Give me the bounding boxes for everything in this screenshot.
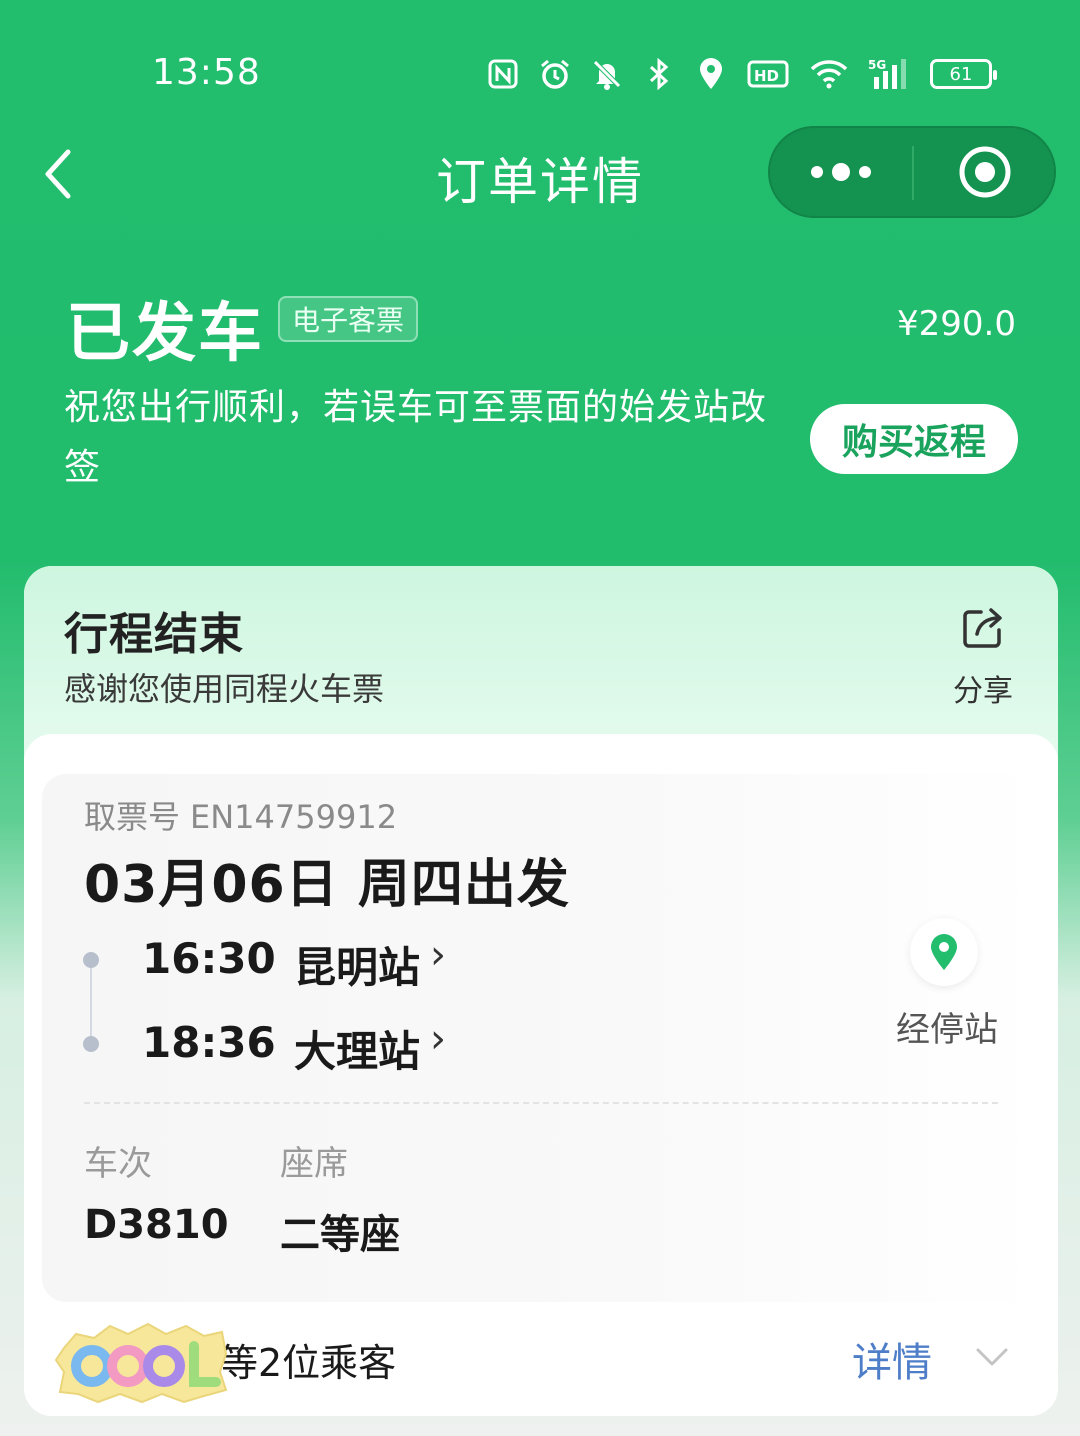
alarm-icon bbox=[538, 57, 572, 91]
target-circle-icon bbox=[959, 146, 1011, 198]
hd-icon: HD bbox=[746, 57, 790, 91]
departure-station[interactable]: 昆明站 bbox=[294, 934, 420, 995]
arrival-time: 18:36 bbox=[142, 1018, 276, 1067]
wish-message: 祝您出行顺利，若误车可至票面的始发站改签 bbox=[64, 387, 768, 488]
buy-return-button[interactable]: 购买返程 bbox=[810, 404, 1018, 474]
ticket-type-badge: 电子客票 bbox=[278, 296, 419, 342]
stops-button[interactable]: 经停站 bbox=[882, 914, 1012, 1054]
wifi-icon bbox=[808, 57, 850, 91]
train-label: 车次 bbox=[84, 1144, 152, 1184]
battery-indicator: 61 bbox=[930, 59, 997, 89]
arrival-station[interactable]: 大理站 bbox=[294, 1018, 420, 1079]
journey-body: 取票号 EN14759912 03月06日 周四出发 16:30 昆明站 › 18… bbox=[24, 734, 1058, 1416]
chevron-right-icon: › bbox=[430, 1016, 446, 1062]
dashed-divider bbox=[84, 1102, 998, 1104]
share-label: 分享 bbox=[953, 674, 1013, 709]
pickup-label: 取票号 bbox=[84, 798, 181, 836]
more-dots-icon bbox=[811, 163, 871, 181]
journey-title: 行程结束 bbox=[64, 609, 244, 660]
close-miniapp-button[interactable] bbox=[916, 128, 1054, 216]
capsule-divider bbox=[912, 146, 914, 200]
departure-dot bbox=[83, 952, 99, 968]
ticket-info: 取票号 EN14759912 03月06日 周四出发 16:30 昆明站 › 18… bbox=[42, 774, 1040, 1302]
miniapp-capsule bbox=[768, 126, 1056, 218]
bluetooth-icon bbox=[642, 57, 676, 91]
passenger-details-link[interactable]: 详情 bbox=[852, 1330, 932, 1388]
pickup-number: 取票号 EN14759912 bbox=[84, 792, 397, 838]
arrival-dot bbox=[83, 1036, 99, 1052]
nfc-icon bbox=[486, 57, 520, 91]
order-price: ¥290.0 bbox=[897, 304, 1016, 344]
battery-level: 61 bbox=[949, 63, 973, 85]
status-bar: 13:58 HD 5G 61 bbox=[0, 0, 1080, 130]
pin-icon bbox=[910, 918, 978, 986]
seat-label: 座席 bbox=[280, 1144, 348, 1184]
order-status: 已发车 bbox=[66, 297, 264, 371]
journey-subtitle: 感谢您使用同程火车票 bbox=[64, 670, 385, 708]
share-button[interactable]: 分享 bbox=[948, 604, 1018, 714]
status-time: 13:58 bbox=[152, 52, 261, 93]
chevron-down-icon[interactable] bbox=[974, 1342, 1010, 1372]
location-icon bbox=[694, 57, 728, 91]
svg-text:5G: 5G bbox=[868, 58, 886, 72]
share-icon bbox=[963, 608, 1002, 648]
departure-time: 16:30 bbox=[142, 934, 276, 983]
passenger-summary: 等2位乘客 bbox=[220, 1341, 397, 1385]
signal-5g-icon: 5G bbox=[868, 57, 912, 91]
journey-card: 行程结束 感谢您使用同程火车票 分享 取票号 EN14759912 03月06日 … bbox=[24, 566, 1058, 1416]
train-number: D3810 bbox=[84, 1202, 229, 1248]
more-button[interactable] bbox=[770, 128, 912, 216]
departure-date: 03月06日 周四出发 bbox=[84, 855, 570, 915]
svg-text:HD: HD bbox=[754, 67, 779, 85]
stops-label: 经停站 bbox=[896, 1010, 998, 1050]
status-icons: HD 5G 61 bbox=[486, 52, 997, 96]
cool-sticker bbox=[54, 1322, 228, 1404]
mute-bell-icon bbox=[590, 57, 624, 91]
pickup-code: EN14759912 bbox=[190, 798, 398, 836]
chevron-right-icon: › bbox=[430, 932, 446, 978]
nav-bar: 订单详情 bbox=[0, 126, 1080, 222]
seat-class: 二等座 bbox=[280, 1212, 400, 1258]
